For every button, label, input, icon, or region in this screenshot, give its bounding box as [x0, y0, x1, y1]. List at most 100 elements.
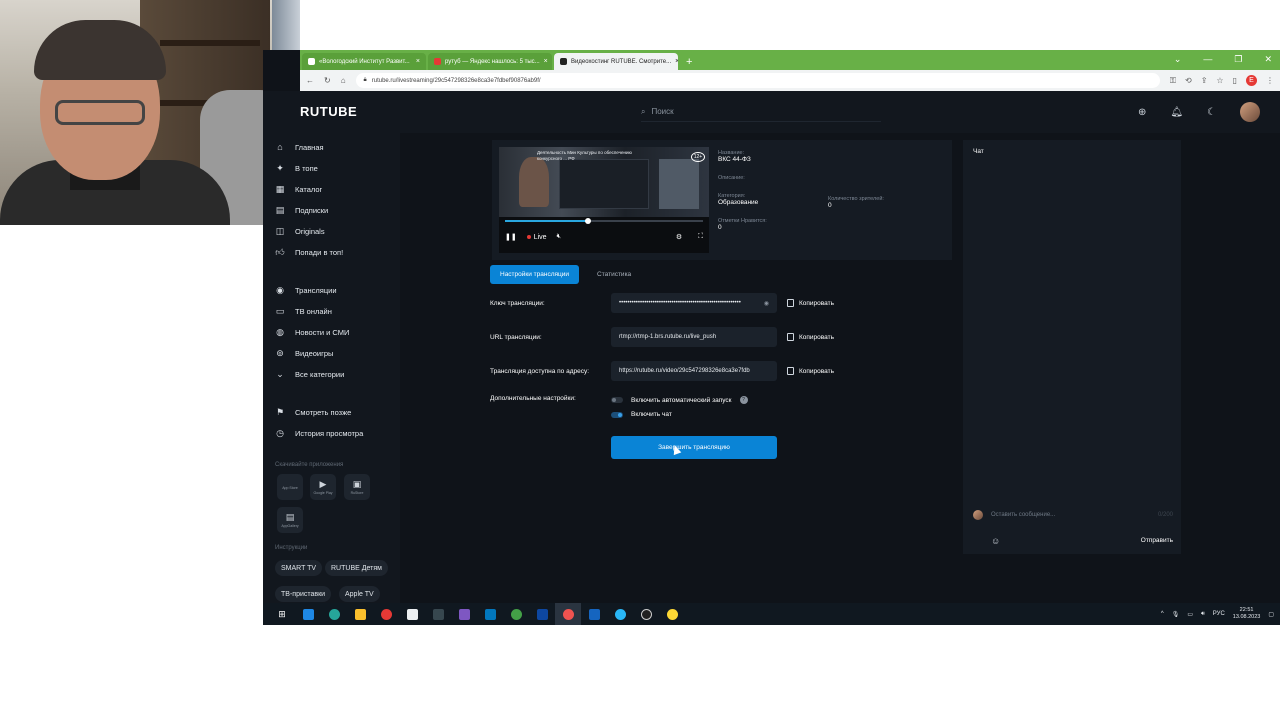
chat-send-button[interactable]: Отправить — [1141, 537, 1173, 544]
sidebar-item-all-categories[interactable]: ⌄ Все категории — [275, 369, 344, 380]
upload-icon[interactable]: ⊕ — [1138, 107, 1146, 118]
google-play-button[interactable]: ▶ Google Play — [310, 474, 336, 500]
windows-start-icon[interactable]: ⊞ — [269, 603, 295, 625]
visual-studio-icon[interactable] — [451, 603, 477, 625]
home-icon[interactable]: ⌂ — [341, 76, 346, 85]
autostart-toggle[interactable] — [611, 397, 623, 403]
terminal-icon[interactable] — [477, 603, 503, 625]
video-progress-bar[interactable] — [505, 218, 703, 224]
browser-tab-active[interactable]: Видеохостинг RUTUBE. Смотрите... × — [554, 53, 678, 70]
chrome-icon[interactable] — [659, 603, 685, 625]
stream-url-row: URL трансляции: rtmp://rtmp-1.brs.rutube… — [490, 327, 834, 347]
browser-tab[interactable]: рутуб — Яндекс нашлось: 5 тыс... × — [428, 53, 552, 70]
key-icon[interactable]: ⚿ — [1170, 76, 1176, 86]
close-window-icon[interactable]: ✕ — [1264, 54, 1272, 65]
autostart-label: Включить автоматический запуск — [631, 396, 732, 404]
sidebar-item-history[interactable]: ◷ История просмотра — [275, 428, 363, 439]
share-icon[interactable]: ⇪ — [1201, 76, 1208, 85]
telegram-icon[interactable] — [607, 603, 633, 625]
network-icon[interactable]: ▭ — [1187, 611, 1193, 618]
sidebar-item-subscriptions[interactable]: ▤ Подписки — [275, 205, 329, 216]
chevron-up-icon[interactable]: ^ — [1161, 611, 1164, 617]
copy-key-button[interactable]: Копировать — [787, 299, 834, 307]
stream-address-field[interactable]: https://rutube.ru/video/29c547298326e8ca… — [611, 361, 777, 381]
copy-label: Копировать — [799, 367, 834, 375]
sidebar-item-get-top[interactable]: 👍︎ Попади в топ! — [275, 247, 343, 258]
profile-avatar[interactable]: E — [1246, 75, 1257, 86]
calendar-icon[interactable] — [399, 603, 425, 625]
sidebar-item-broadcasts[interactable]: ◉ Трансляции — [275, 285, 336, 296]
avatar[interactable] — [1240, 102, 1260, 122]
microphone-icon[interactable]: 🎙︎ — [1172, 611, 1180, 618]
back-icon[interactable]: ← — [306, 76, 314, 85]
info-icon[interactable]: ? — [739, 396, 748, 404]
progress-handle[interactable] — [585, 218, 592, 224]
stream-key-field[interactable]: ••••••••••••••••••••••••••••••••••••••••… — [611, 293, 777, 313]
copy-url-button[interactable]: Копировать — [787, 333, 834, 341]
browser-tab[interactable]: «Вологодский Институт Развит... × — [302, 53, 426, 70]
sidebar-item-home[interactable]: ⌂ Главная — [275, 142, 323, 152]
appgallery-button[interactable]: ▤ AppGallery — [277, 507, 303, 533]
copy-address-button[interactable]: Копировать — [787, 367, 834, 375]
search-input[interactable]: ⌕ Поиск — [641, 102, 881, 122]
app-store-button[interactable]: App Store — [277, 474, 303, 500]
new-tab-button[interactable]: + — [678, 56, 700, 70]
obs-icon[interactable] — [633, 603, 659, 625]
instruction-apple-tv[interactable]: Apple TV — [339, 586, 380, 602]
steam-icon[interactable] — [425, 603, 451, 625]
rutube-logo[interactable]: RUTUBE — [300, 104, 357, 119]
emoji-icon[interactable]: ☺ — [991, 536, 1000, 546]
tab-label: «Вологодский Институт Развит... — [319, 58, 410, 65]
tab-settings[interactable]: Настройки трансляции — [490, 265, 580, 284]
menu-icon[interactable]: ⋮ — [1266, 76, 1274, 85]
chat-toggle[interactable] — [611, 411, 623, 418]
address-bar[interactable]: 🔒︎ rutube.ru/livestreaming/29c547298326e… — [355, 73, 1160, 88]
language-indicator[interactable]: РУС — [1213, 611, 1225, 617]
volume-icon[interactable]: 🔊︎ — [1201, 611, 1205, 618]
notifications-icon[interactable]: ▢ — [1268, 611, 1274, 618]
moon-icon[interactable]: ☾ — [1207, 107, 1216, 118]
chevron-down-icon[interactable]: ⌄ — [1174, 54, 1182, 65]
chrome-icon[interactable] — [503, 603, 529, 625]
sidebar-item-originals[interactable]: ◫ Originals — [275, 226, 325, 237]
close-icon[interactable]: × — [544, 58, 548, 65]
pause-icon[interactable]: ❚❚ — [505, 233, 517, 241]
rustore-button[interactable]: ▣ RuStore — [344, 474, 370, 500]
sidebar-icon[interactable]: ▯ — [1233, 76, 1237, 85]
finish-stream-button[interactable]: Завершить трансляцию — [611, 436, 777, 459]
minimize-icon[interactable]: — — [1203, 54, 1212, 65]
sidebar-item-news[interactable]: ◍ Новости и СМИ — [275, 327, 349, 338]
sidebar-item-tv[interactable]: ▭ ТВ онлайн — [275, 306, 332, 317]
chrome-active-icon[interactable] — [555, 603, 581, 625]
instruction-kids[interactable]: RUTUBE Детям — [325, 560, 388, 576]
meta-name-value: ВКС 44-ФЗ — [718, 156, 751, 163]
fullscreen-icon[interactable]: ⛶ — [698, 233, 703, 241]
bell-icon[interactable]: 🔔︎ — [1170, 107, 1183, 118]
maximize-icon[interactable]: ❐ — [1234, 54, 1242, 65]
translate-icon[interactable]: ⟲ — [1185, 76, 1192, 85]
edge-icon[interactable] — [321, 603, 347, 625]
clock[interactable]: 22:51 13.08.2023 — [1233, 607, 1261, 621]
eye-icon[interactable]: ◉ — [764, 300, 769, 307]
word-icon[interactable] — [581, 603, 607, 625]
sidebar-item-top[interactable]: ✦ В топе — [275, 163, 318, 174]
instruction-set-top-box[interactable]: ТВ-приставки — [275, 586, 332, 602]
chrome-icon[interactable] — [373, 603, 399, 625]
file-explorer-icon[interactable] — [347, 603, 373, 625]
stream-url-field[interactable]: rtmp://rtmp-1.brs.rutube.ru/live_push — [611, 327, 777, 347]
browser-toolbar: ← ↻ ⌂ 🔒︎ rutube.ru/livestreaming/29c5472… — [300, 70, 1280, 91]
reload-icon[interactable]: ↻ — [324, 76, 331, 85]
video-player[interactable]: Деятельность Мин Культуры по обеспечению… — [499, 147, 709, 253]
sidebar-item-catalog[interactable]: ▦ Каталог — [275, 184, 323, 195]
sidebar-item-watch-later[interactable]: ⚑ Смотреть позже — [275, 407, 351, 418]
mute-icon[interactable]: 🔇︎ — [557, 233, 561, 241]
star-icon[interactable]: ☆ — [1216, 76, 1223, 85]
sidebar-item-games[interactable]: ⊚ Видеоигры — [275, 348, 333, 359]
chat-message-input[interactable]: Оставить сообщение... 0/200 — [973, 510, 1173, 520]
settings-gear-icon[interactable]: ⚙ — [676, 233, 682, 241]
photoshop-icon[interactable] — [529, 603, 555, 625]
tab-statistics[interactable]: Статистика — [587, 265, 641, 284]
instruction-smart-tv[interactable]: SMART TV — [275, 560, 323, 576]
mail-icon[interactable] — [295, 603, 321, 625]
close-icon[interactable]: × — [416, 58, 420, 65]
